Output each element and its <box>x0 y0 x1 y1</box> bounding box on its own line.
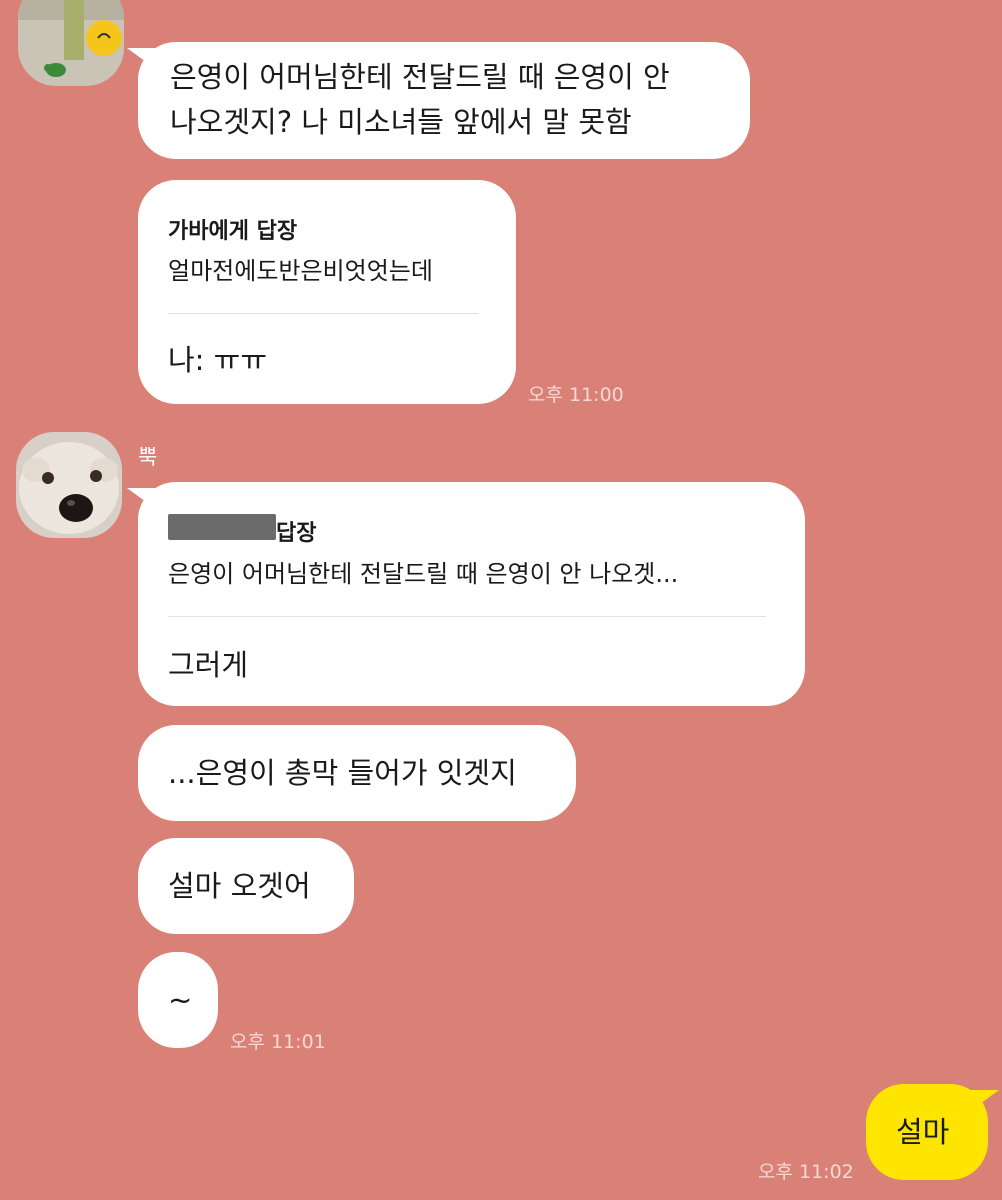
dog-avatar-image <box>16 432 122 538</box>
reply-title-suffix: 답장 <box>276 521 317 546</box>
message-text: ~ <box>168 983 193 1017</box>
message-bubble-1[interactable]: 은영이 어머님한테 전달드릴 때 은영이 안 나오겟지? 나 미소녀들 앞에서 … <box>138 42 750 159</box>
profile-avatar-2[interactable] <box>16 432 122 538</box>
reply-bubble-2[interactable]: 답장 은영이 어머님한테 전달드릴 때 은영이 안 나오겟... 그러게 <box>138 482 805 706</box>
sender-name: 뿍 <box>138 445 158 469</box>
profile-avatar-1[interactable] <box>18 0 124 86</box>
reply-title: 가바에게 답장 <box>168 219 298 244</box>
message-bubble-2[interactable]: ...은영이 총막 들어가 잇겟지 <box>138 725 576 821</box>
reply-divider <box>168 616 766 617</box>
timestamp-3: 오후 11:02 <box>758 1161 854 1183</box>
reply-divider <box>168 313 478 314</box>
reply-body-text: 나: ㅠㅠ <box>168 343 268 377</box>
avatar-1-image <box>18 0 124 86</box>
message-text: ...은영이 총막 들어가 잇겟지 <box>168 756 517 790</box>
message-text-line-1: 은영이 어머님한테 전달드릴 때 은영이 안 <box>170 60 670 94</box>
message-text: 설마 오겟어 <box>168 869 311 903</box>
reply-bubble-1[interactable]: 가바에게 답장 얼마전에도반은비엇엇는데 나: ㅠㅠ <box>138 180 516 404</box>
reply-body-text: 그러게 <box>168 648 249 682</box>
message-text-line-2: 나오겟지? 나 미소녀들 앞에서 말 못함 <box>170 105 632 139</box>
message-bubble-3[interactable]: 설마 오겟어 <box>138 838 354 934</box>
redacted-name-block <box>168 514 276 540</box>
my-message-bubble[interactable]: 설마 <box>866 1084 988 1180</box>
message-bubble-4[interactable]: ~ <box>138 952 218 1048</box>
reply-quote-text: 은영이 어머님한테 전달드릴 때 은영이 안 나오겟... <box>168 560 679 588</box>
reply-quote-text: 얼마전에도반은비엇엇는데 <box>168 257 433 285</box>
my-message-text: 설마 <box>896 1115 950 1149</box>
timestamp-2: 오후 11:01 <box>230 1031 326 1053</box>
timestamp-1: 오후 11:00 <box>528 384 624 406</box>
